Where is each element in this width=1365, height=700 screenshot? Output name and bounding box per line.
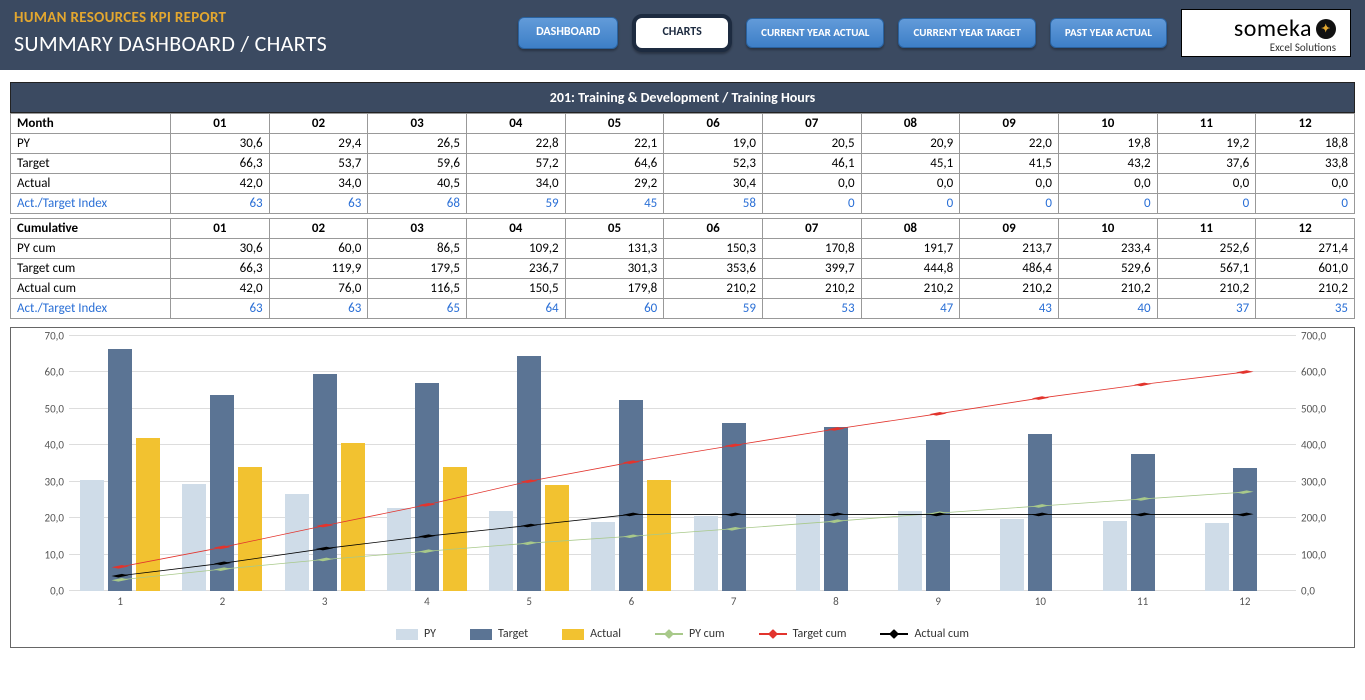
table-row: Target66,353,759,657,264,652,346,145,141… — [11, 154, 1355, 174]
combo-chart: 0,010,020,030,040,050,060,070,0 0,0100,0… — [19, 336, 1346, 621]
table-row: Target cum66,3119,9179,5236,7301,3353,63… — [11, 259, 1355, 279]
dashboard-button[interactable]: DASHBOARD — [518, 17, 618, 48]
monthly-table: Month010203040506070809101112PY30,629,42… — [10, 113, 1355, 214]
cumulative-table: Cumulative010203040506070809101112PY cum… — [10, 218, 1355, 319]
table-row: Act./Target Index636368594558000000 — [11, 194, 1355, 214]
section-title: 201: Training & Development / Training H… — [10, 82, 1355, 113]
table-row: Actual42,034,040,534,029,230,40,00,00,00… — [11, 174, 1355, 194]
table-header-row: Month010203040506070809101112 — [11, 114, 1355, 134]
table-row: PY30,629,426,522,822,119,020,520,922,019… — [11, 134, 1355, 154]
table-row: PY cum30,660,086,5109,2131,3150,3170,819… — [11, 239, 1355, 259]
cy-actual-button[interactable]: CURRENT YEAR ACTUAL — [746, 18, 884, 48]
py-actual-button[interactable]: PAST YEAR ACTUAL — [1050, 18, 1167, 48]
line-actual-cum — [120, 514, 1245, 575]
app-header: HUMAN RESOURCES KPI REPORT SUMMARY DASHB… — [0, 0, 1365, 70]
plot-area — [69, 336, 1296, 591]
y-axis-right: 0,0100,0200,0300,0400,0500,0600,0700,0 — [1301, 336, 1346, 591]
table-header-row: Cumulative010203040506070809101112 — [11, 219, 1355, 239]
y-axis-left: 0,010,020,030,040,050,060,070,0 — [19, 336, 64, 591]
cy-target-button[interactable]: CURRENT YEAR TARGET — [898, 18, 1035, 48]
line-py-cum — [120, 492, 1245, 580]
chart-container: 0,010,020,030,040,050,060,070,0 0,0100,0… — [10, 327, 1355, 648]
report-title: HUMAN RESOURCES KPI REPORT — [14, 9, 518, 27]
x-axis: 123456789101112 — [69, 595, 1296, 613]
page-title: SUMMARY DASHBOARD / CHARTS — [14, 30, 518, 57]
charts-button[interactable]: CHARTS — [632, 14, 732, 51]
line-target-cum — [120, 372, 1245, 567]
logo-icon: ✦ — [1316, 19, 1336, 39]
nav-bar: DASHBOARD CHARTS CURRENT YEAR ACTUAL CUR… — [518, 9, 1351, 57]
logo: someka✦ Excel Solutions — [1181, 9, 1351, 57]
chart-legend: PY Target Actual PY cum Target cum Actua… — [19, 621, 1346, 643]
table-row: Actual cum42,076,0116,5150,5179,8210,221… — [11, 279, 1355, 299]
table-row: Act./Target Index63636564605953474340373… — [11, 299, 1355, 319]
